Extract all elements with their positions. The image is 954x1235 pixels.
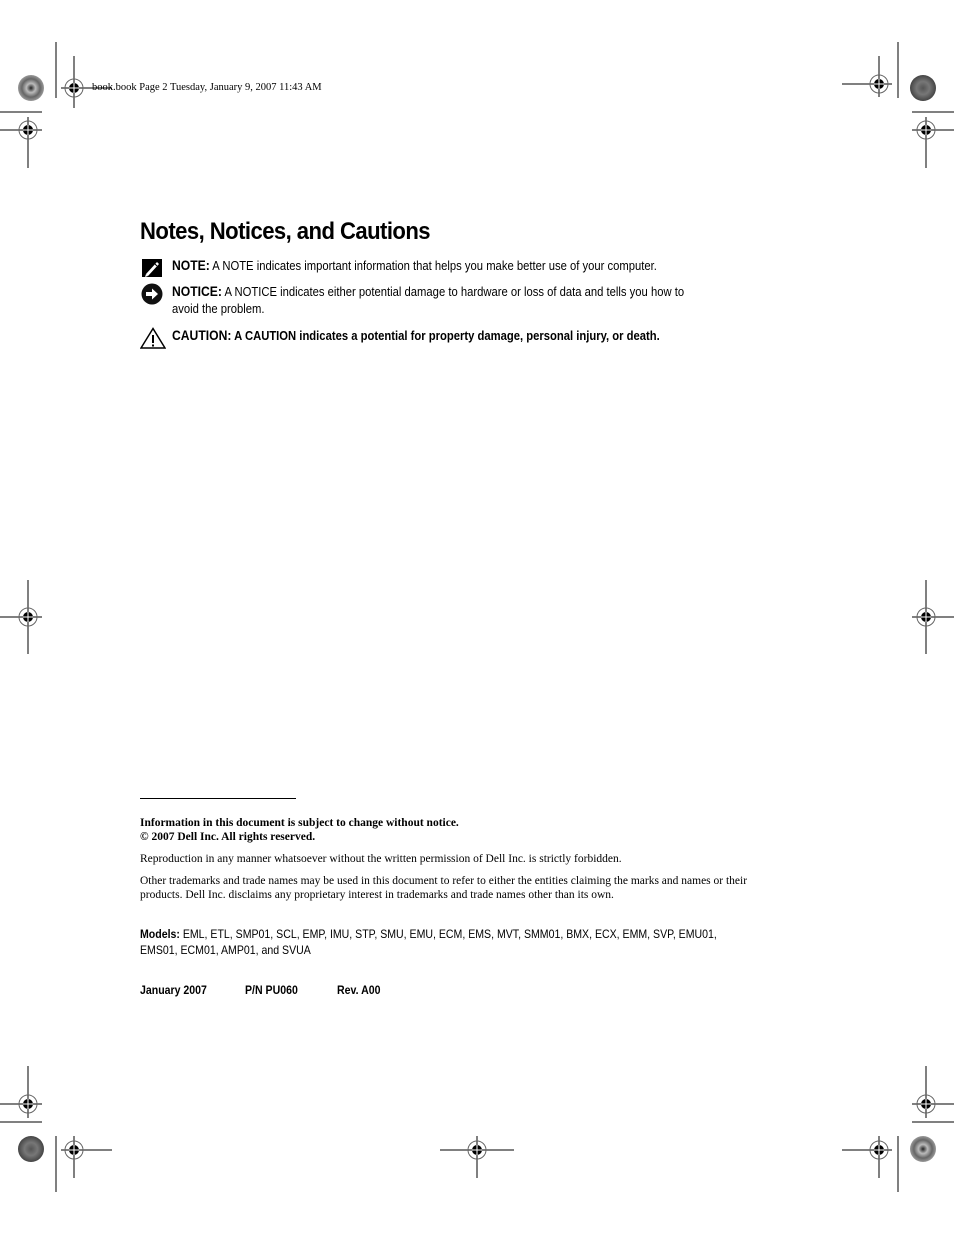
registration-mark-icon [467, 1140, 487, 1160]
publication-date: January 2007 [140, 983, 207, 997]
caution-label: CAUTION: [172, 328, 232, 343]
pencil-note-icon [140, 257, 164, 279]
star-target-icon [910, 75, 936, 101]
print-slug: book.book Page 2 Tuesday, January 9, 200… [92, 82, 322, 93]
warning-triangle-icon [139, 327, 167, 349]
star-target-icon [18, 1136, 44, 1162]
trademark-notice: Other trademarks and trade names may be … [140, 875, 748, 901]
registration-mark-icon [916, 120, 936, 140]
note-admonition: NOTE: A NOTE indicates important informa… [140, 257, 760, 279]
models-list: Models: EML, ETL, SMP01, SCL, EMP, IMU, … [140, 926, 756, 958]
arrow-circle-notice-icon [140, 283, 164, 305]
notice-label: NOTICE: [172, 284, 222, 299]
registration-mark-icon [916, 1094, 936, 1114]
page-title: Notes, Notices, and Cautions [140, 218, 431, 245]
registration-mark-icon [64, 78, 84, 98]
registration-mark-icon [64, 1140, 84, 1160]
part-number: P/N PU060 [245, 983, 298, 997]
caution-admonition: CAUTION: A CAUTION indicates a potential… [139, 327, 760, 349]
caution-text: A CAUTION indicates a potential for prop… [231, 329, 660, 343]
footnote-divider [140, 798, 296, 799]
registration-mark-icon [869, 1140, 889, 1160]
note-text: A NOTE indicates important information t… [209, 259, 657, 273]
models-text: EML, ETL, SMP01, SCL, EMP, IMU, STP, SMU… [140, 927, 717, 957]
notice-text: A NOTICE indicates either potential dama… [172, 285, 685, 316]
revision: Rev. A00 [337, 983, 381, 997]
registration-mark-icon [18, 120, 38, 140]
registration-mark-icon [916, 607, 936, 627]
copyright: © 2007 Dell Inc. All rights reserved. [140, 831, 316, 843]
notice-admonition: NOTICE: A NOTICE indicates either potent… [140, 283, 760, 319]
star-target-icon [18, 75, 44, 101]
star-target-icon [910, 1136, 936, 1162]
change-notice: Information in this document is subject … [140, 817, 459, 829]
registration-mark-icon [18, 1094, 38, 1114]
models-label: Models: [140, 927, 180, 941]
reproduction-notice: Reproduction in any manner whatsoever wi… [140, 853, 622, 865]
print-marks [0, 42, 954, 1192]
registration-mark-icon [869, 74, 889, 94]
note-label: NOTE: [172, 258, 210, 273]
registration-mark-icon [18, 607, 38, 627]
